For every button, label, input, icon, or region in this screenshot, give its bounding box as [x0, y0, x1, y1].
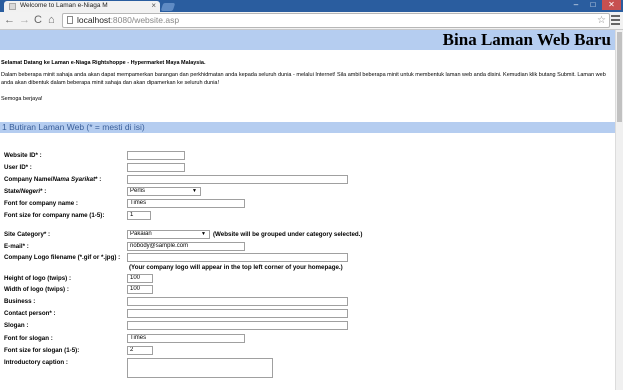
slogan-label: Slogan :: [4, 322, 29, 329]
page-favicon-icon: [9, 3, 16, 10]
vertical-scrollbar[interactable]: [615, 30, 623, 390]
logo-height-input[interactable]: 100: [127, 274, 153, 283]
email-input[interactable]: nobody@sample.com: [127, 242, 245, 251]
tab-strip: Welcome to Laman e-Niaga M × – □ ✕: [0, 0, 623, 12]
minimize-button[interactable]: –: [568, 0, 584, 10]
state-select[interactable]: Perlis ▼: [127, 187, 201, 196]
page-title: Bina Laman Web Baru: [442, 30, 611, 49]
state-label-malay: Negeri: [20, 188, 41, 195]
company-name-label-text: Company Name/: [4, 176, 53, 183]
welcome-text: Selamat Datang ke Laman e-Niaga Rightsho…: [1, 60, 206, 66]
new-tab-button[interactable]: [160, 3, 176, 11]
logo-height-label: Height of logo (twips) :: [4, 275, 72, 282]
page-icon: [67, 16, 73, 24]
site-category-label: Site Category* :: [4, 231, 51, 238]
intro-paragraph: Dalam beberapa minit sahaja anda akan da…: [1, 72, 606, 86]
slogan-input[interactable]: [127, 321, 348, 330]
site-category-note: (Website will be grouped under category …: [213, 231, 363, 238]
website-id-input[interactable]: [127, 151, 185, 160]
section-header: 1 Butiran Laman Web (* = mesti di isi): [0, 122, 615, 133]
intro-caption-textarea[interactable]: [127, 358, 273, 378]
back-arrow-icon[interactable]: ←: [4, 14, 15, 26]
browser-toolbar: ← → C ⌂ localhost:8080/website.asp ☆: [0, 12, 623, 30]
state-label-text: State/: [4, 188, 21, 195]
menu-icon[interactable]: [611, 15, 620, 27]
website-id-label: Website ID* :: [4, 152, 42, 159]
tab-close-icon[interactable]: ×: [151, 1, 156, 11]
chevron-down-icon: ▼: [201, 231, 206, 237]
user-id-label: User ID* :: [4, 164, 32, 171]
company-name-label: Company Name/Nama Syarikat* :: [4, 176, 101, 183]
url-host: localhost: [77, 15, 111, 25]
close-window-button[interactable]: ✕: [602, 0, 621, 10]
logo-width-input[interactable]: 100: [127, 285, 153, 294]
company-name-label-malay: Nama Syarikat: [52, 176, 96, 183]
home-icon[interactable]: ⌂: [48, 14, 55, 26]
section-title: 1 Butiran Laman Web (* = mesti di isi): [2, 122, 145, 132]
font-size-slogan-input[interactable]: 2: [127, 346, 153, 355]
business-label: Business :: [4, 298, 36, 305]
logo-width-label: Width of logo (twips) :: [4, 286, 69, 293]
logo-filename-input[interactable]: [127, 253, 348, 262]
state-selected-value: Perlis: [130, 188, 146, 194]
font-company-input[interactable]: Times: [127, 199, 245, 208]
address-bar[interactable]: localhost:8080/website.asp ☆: [62, 13, 610, 28]
page-banner: Bina Laman Web Baru: [0, 30, 615, 50]
font-slogan-input[interactable]: Times: [127, 334, 245, 343]
scrollbar-thumb[interactable]: [617, 32, 622, 122]
contact-person-input[interactable]: [127, 309, 348, 318]
url-text[interactable]: localhost:8080/website.asp: [77, 14, 179, 27]
browser-tab[interactable]: Welcome to Laman e-Niaga M ×: [4, 1, 160, 12]
company-name-input[interactable]: [127, 175, 348, 184]
font-slogan-label: Font for slogan :: [4, 335, 53, 342]
chevron-down-icon: ▼: [192, 188, 197, 194]
state-label: State/Negeri* :: [4, 188, 46, 195]
intro-caption-label: Introductory caption :: [4, 359, 68, 366]
font-company-label: Font for company name :: [4, 200, 78, 207]
font-size-company-input[interactable]: 1: [127, 211, 151, 220]
company-name-label-suffix: * :: [95, 176, 102, 183]
site-category-selected-value: Pakaian: [130, 231, 152, 237]
good-luck-text: Semoga berjaya!: [1, 96, 43, 102]
font-size-slogan-label: Font size for slogan (1-5):: [4, 347, 80, 354]
state-label-suffix: * :: [40, 188, 47, 195]
url-path: :8080/website.asp: [110, 15, 180, 25]
page-viewport: Bina Laman Web Baru Selamat Datang ke La…: [0, 30, 615, 390]
font-size-company-label: Font size for company name (1-5):: [4, 212, 105, 219]
site-category-select[interactable]: Pakaian ▼: [127, 230, 210, 239]
logo-note: (Your company logo will appear in the to…: [129, 264, 343, 271]
reload-icon[interactable]: C: [34, 14, 42, 26]
logo-filename-label: Company Logo filename (*.gif or *.jpg) :: [4, 254, 121, 261]
tab-title: Welcome to Laman e-Niaga M: [20, 2, 108, 9]
business-input[interactable]: [127, 297, 348, 306]
user-id-input[interactable]: [127, 163, 185, 172]
email-label: E-mail* :: [4, 243, 29, 250]
contact-person-label: Contact person* :: [4, 310, 56, 317]
maximize-button[interactable]: □: [585, 0, 601, 10]
bookmark-star-icon[interactable]: ☆: [597, 14, 606, 27]
forward-arrow-icon[interactable]: →: [19, 14, 30, 26]
